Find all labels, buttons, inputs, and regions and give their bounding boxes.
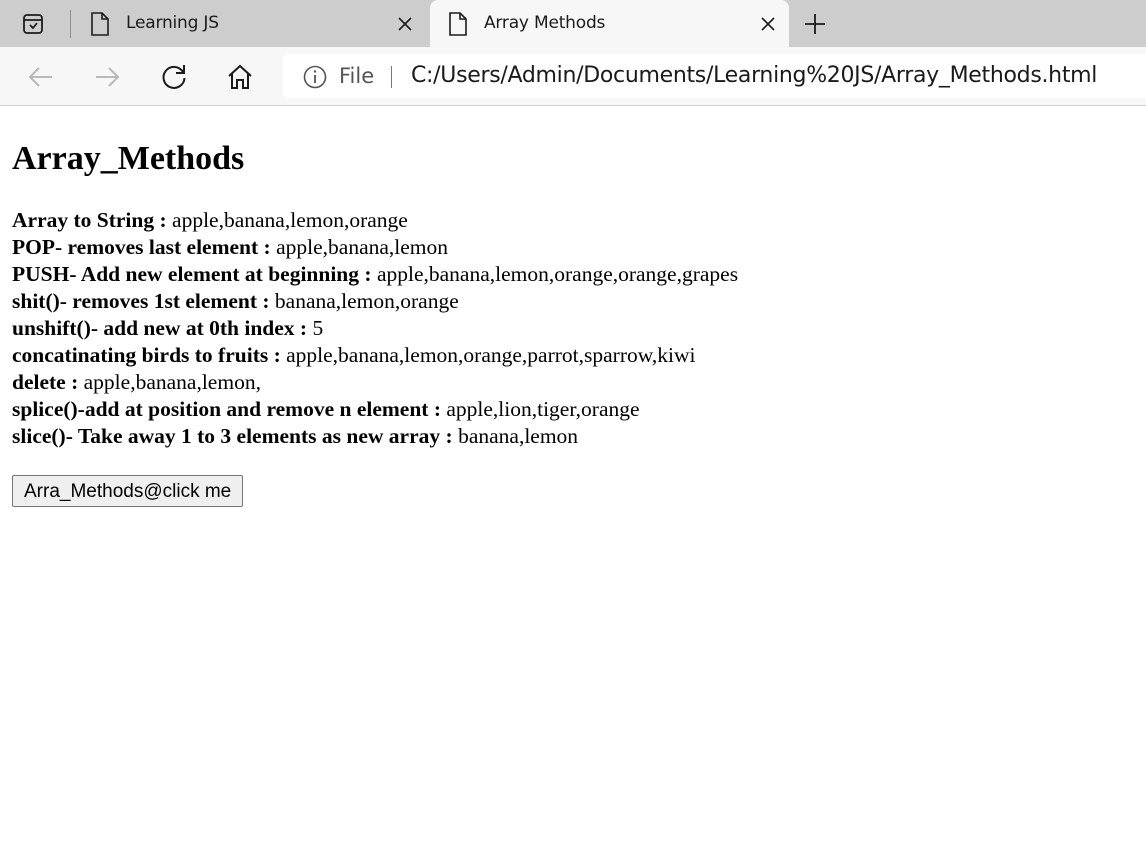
result-value: banana,lemon,orange xyxy=(274,289,459,313)
tab-title: Learning JS xyxy=(126,13,219,33)
result-value: 5 xyxy=(312,316,324,340)
result-line-delete: delete : apple,banana,lemon, xyxy=(12,369,738,396)
result-line-slice: slice()- Take away 1 to 3 elements as ne… xyxy=(12,423,738,450)
result-value: apple,lion,tiger,orange xyxy=(446,397,640,421)
tab-strip: Learning JS Array Methods xyxy=(0,0,1146,48)
result-line-array-to-string: Array to String : apple,banana,lemon,ora… xyxy=(12,207,738,234)
result-label: PUSH- Add new element at beginning : xyxy=(12,262,377,286)
result-label: splice()-add at position and remove n el… xyxy=(12,397,447,421)
divider xyxy=(391,66,392,88)
result-label: slice()- Take away 1 to 3 elements as ne… xyxy=(12,424,459,448)
result-line-shift: shit()- removes 1st element : banana,lem… xyxy=(12,288,738,315)
back-icon[interactable] xyxy=(23,59,59,95)
close-icon[interactable] xyxy=(757,13,779,35)
tab-title: Array Methods xyxy=(484,13,606,33)
result-line-push: PUSH- Add new element at beginning : app… xyxy=(12,261,738,288)
page-icon xyxy=(448,12,468,36)
tab-actions-icon[interactable] xyxy=(20,11,46,37)
tab-learning-js[interactable]: Learning JS xyxy=(74,0,426,47)
result-label: shit()- removes 1st element : xyxy=(12,289,275,313)
result-value: apple,banana,lemon xyxy=(276,235,449,259)
forward-icon[interactable] xyxy=(89,59,125,95)
home-icon[interactable] xyxy=(222,59,258,95)
result-label: concatinating birds to fruits : xyxy=(12,343,287,367)
results-list: Array to String : apple,banana,lemon,ora… xyxy=(12,207,738,450)
new-tab-icon[interactable] xyxy=(802,11,828,37)
result-value: apple,banana,lemon,orange,parrot,sparrow… xyxy=(286,343,696,367)
page-title: Array_Methods xyxy=(12,140,245,177)
result-line-splice: splice()-add at position and remove n el… xyxy=(12,396,738,423)
result-label: unshift()- add new at 0th index : xyxy=(12,316,313,340)
browser-toolbar: File C:/Users/Admin/Documents/Learning%2… xyxy=(0,47,1146,106)
result-value: apple,banana,lemon, xyxy=(83,370,261,394)
result-value: apple,banana,lemon,orange xyxy=(172,208,408,232)
address-bar[interactable]: File C:/Users/Admin/Documents/Learning%2… xyxy=(283,54,1146,98)
result-label: delete : xyxy=(12,370,84,394)
close-icon[interactable] xyxy=(394,13,416,35)
info-icon[interactable] xyxy=(303,65,327,89)
array-methods-button[interactable]: Arra_Methods@click me xyxy=(12,475,244,507)
result-line-pop: POP- removes last element : apple,banana… xyxy=(12,234,738,261)
result-line-concat: concatinating birds to fruits : apple,ba… xyxy=(12,342,738,369)
refresh-icon[interactable] xyxy=(156,59,192,95)
url-scheme-label: File xyxy=(339,64,375,88)
result-line-unshift: unshift()- add new at 0th index : 5 xyxy=(12,315,738,342)
result-label: Array to String : xyxy=(12,208,173,232)
tab-separator xyxy=(70,10,71,38)
result-value: apple,banana,lemon,orange,orange,grapes xyxy=(376,262,739,286)
page-icon xyxy=(90,12,110,36)
tab-array-methods[interactable]: Array Methods xyxy=(430,0,789,48)
result-value: banana,lemon xyxy=(458,424,579,448)
url-text[interactable]: C:/Users/Admin/Documents/Learning%20JS/A… xyxy=(411,63,1097,88)
result-label: POP- removes last element : xyxy=(12,235,277,259)
